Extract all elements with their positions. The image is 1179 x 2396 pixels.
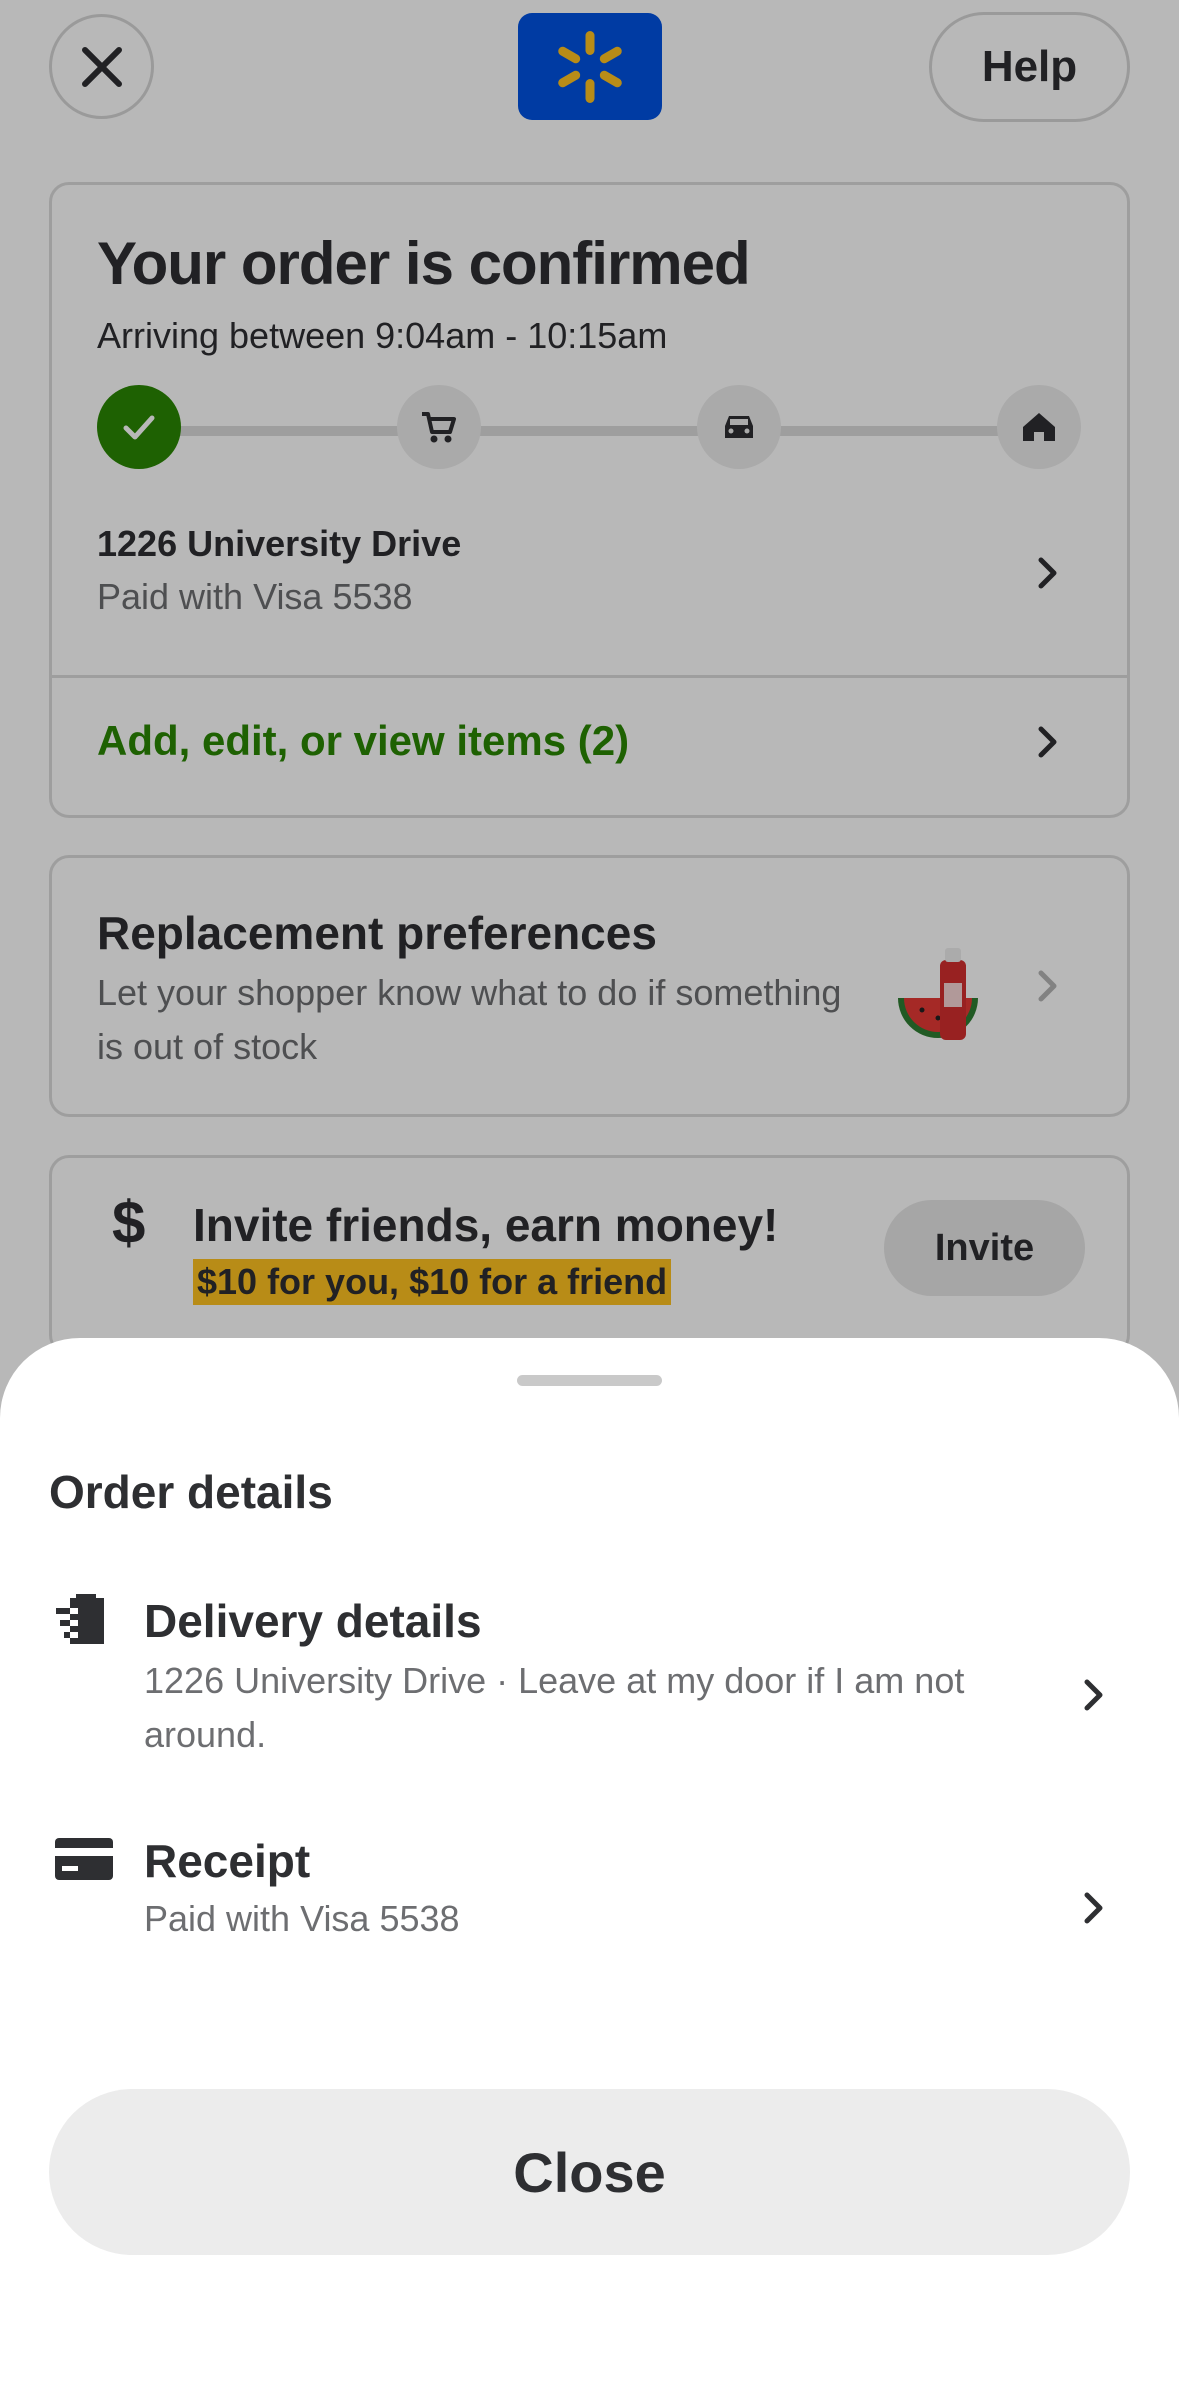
delivery-chevron-right-icon[interactable] — [1074, 1675, 1114, 1715]
delivery-details-subtitle: 1226 University Drive · Leave at my door… — [144, 1660, 965, 1755]
sheet-drag-handle[interactable] — [517, 1375, 662, 1386]
receipt-title: Receipt — [144, 1835, 311, 1887]
order-details-sheet: Order details Delivery details 1226 Univ… — [0, 1338, 1179, 2396]
delivery-bag-icon — [49, 1581, 119, 1651]
credit-card-icon — [49, 1824, 119, 1894]
receipt-chevron-right-icon[interactable] — [1074, 1888, 1114, 1928]
receipt-subtitle: Paid with Visa 5538 — [144, 1898, 460, 1939]
sheet-title: Order details — [49, 1466, 333, 1518]
close-button[interactable]: Close — [49, 2089, 1130, 2255]
delivery-details-title: Delivery details — [144, 1595, 482, 1647]
